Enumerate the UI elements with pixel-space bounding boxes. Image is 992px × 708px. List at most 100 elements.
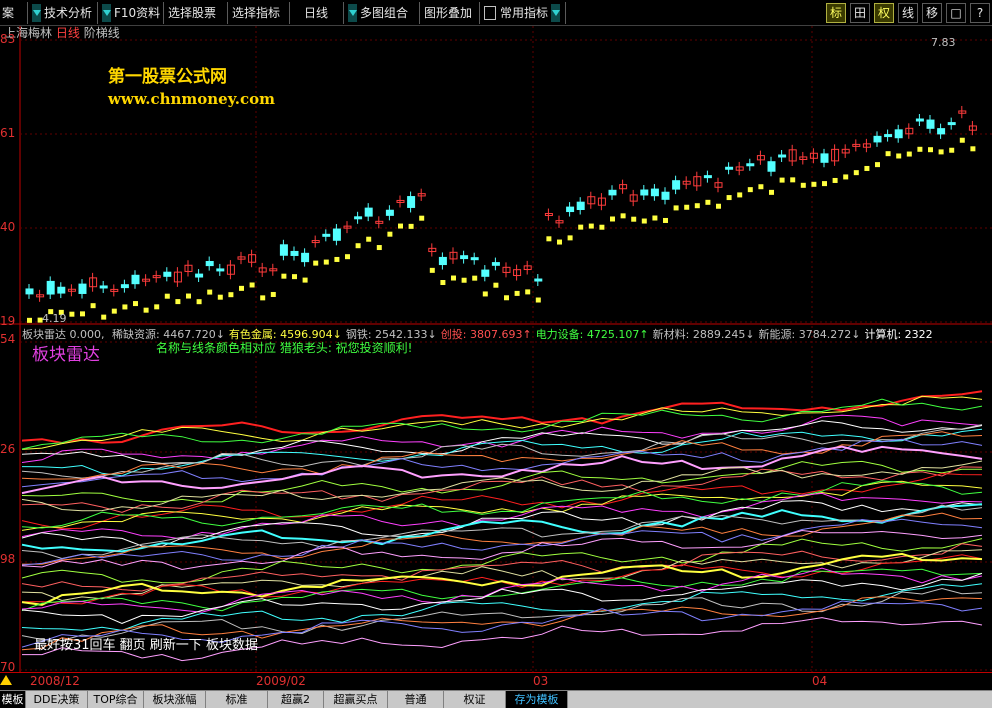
- x-tick: 04: [812, 674, 828, 688]
- toolbar-item-daily[interactable]: 日线: [290, 2, 344, 24]
- help-button[interactable]: ?: [970, 3, 990, 23]
- sector-item: 新能源: 3784.272↓: [759, 328, 861, 341]
- ladder-step: [853, 170, 859, 176]
- rights-button[interactable]: 权: [874, 3, 894, 23]
- ladder-step: [747, 187, 753, 193]
- candle-body: [937, 128, 946, 135]
- ladder-step: [281, 273, 287, 279]
- toolbar-item-multi-chart[interactable]: 多图组合: [344, 2, 420, 24]
- toolbar-label: 选择股票: [168, 6, 217, 20]
- sector-arrow: ↓: [427, 328, 437, 341]
- ladder-step: [239, 285, 244, 291]
- sector-name: 新能源:: [758, 328, 796, 341]
- ladder-step: [694, 203, 700, 209]
- mark-button[interactable]: 标: [826, 3, 846, 23]
- tab-sector-gain[interactable]: 板块涨幅: [144, 691, 206, 708]
- candle-body: [354, 216, 363, 220]
- toolbar-item-select-stock[interactable]: 选择股票: [164, 2, 228, 24]
- toolbar-item-common-indicators[interactable]: 常用指标: [480, 2, 566, 24]
- sector-value: 3807.693: [466, 328, 523, 341]
- candle-body: [205, 261, 214, 267]
- ladder-step: [726, 195, 732, 201]
- period-label[interactable]: 日线: [56, 26, 80, 40]
- tab-template[interactable]: 模板: [0, 691, 26, 708]
- tab-dde[interactable]: DDE决策: [26, 691, 88, 708]
- ladder-step: [673, 205, 679, 211]
- ladder-step: [588, 223, 594, 229]
- toolbar-label: 日线: [304, 6, 329, 20]
- toolbar-item-f10[interactable]: F10资料: [98, 2, 164, 24]
- ladder-step: [90, 303, 96, 309]
- tab-standard[interactable]: 标准: [206, 691, 268, 708]
- candle-body: [820, 153, 829, 163]
- candle-body: [470, 257, 479, 261]
- ladder-step: [599, 224, 605, 230]
- ladder-step: [864, 165, 870, 171]
- ladder-step: [186, 293, 191, 299]
- dropdown-arrow-icon: [32, 3, 41, 22]
- ladder-step: [270, 291, 276, 297]
- toolbar-item-overlay[interactable]: 图形叠加: [420, 2, 480, 24]
- ladder-step: [917, 146, 923, 152]
- move-button[interactable]: 移: [922, 3, 942, 23]
- sector-value: 2889.245: [689, 328, 746, 341]
- ladder-step: [938, 149, 944, 155]
- candle-body: [566, 206, 575, 213]
- dropdown-arrow-icon: [348, 3, 357, 22]
- sector-line: [21, 549, 983, 602]
- candle-body: [661, 191, 670, 200]
- indicator-label[interactable]: 阶梯线: [84, 26, 120, 40]
- ladder-step: [217, 294, 223, 300]
- x-tick: 2009/02: [256, 674, 306, 688]
- toolbar-label: 常用指标: [500, 6, 549, 20]
- toolbar-item-tech-analysis[interactable]: 技术分析: [28, 2, 98, 24]
- grid-button[interactable]: 田: [850, 3, 870, 23]
- sector-item: 电力设备: 4725.107↑: [536, 328, 649, 341]
- y-tick: 54: [0, 332, 16, 346]
- tab-chaoying-buy[interactable]: 超赢买点: [324, 691, 388, 708]
- ladder-step: [535, 297, 541, 303]
- ladder-step: [652, 215, 658, 221]
- triangle-marker-icon[interactable]: [0, 675, 12, 685]
- sector-value: 2322: [901, 328, 933, 341]
- watermark-title: 第一股票公式网: [108, 67, 227, 87]
- ladder-step: [260, 295, 266, 301]
- toolbar-label: 案: [2, 6, 15, 20]
- tab-chaoying2[interactable]: 超赢2: [268, 691, 324, 708]
- y-tick: 26: [0, 442, 16, 456]
- sector-line: [21, 445, 983, 495]
- tab-top[interactable]: TOP综合: [88, 691, 144, 708]
- x-tick: 03: [533, 674, 549, 688]
- candle-body: [703, 175, 712, 179]
- candle-body: [725, 166, 734, 170]
- toolbar: 案 技术分析 F10资料 选择股票 选择指标 日线 多图组合 图形叠加 常用指标…: [0, 0, 992, 26]
- toolbar-label: 多图组合: [360, 6, 409, 20]
- low-price-label: 4.19: [42, 312, 67, 325]
- ladder-step: [419, 215, 425, 221]
- radar-subtitle: 名称与线条颜色相对应 猎狼老头: 祝您投资顺利!: [156, 341, 413, 355]
- candle-body: [873, 135, 882, 143]
- candle-body: [640, 189, 649, 196]
- candle-body: [460, 255, 469, 260]
- candle-body: [385, 209, 394, 216]
- sector-value: 3784.272: [795, 328, 852, 341]
- tab-warrant[interactable]: 权证: [444, 691, 506, 708]
- toolbar-item-case[interactable]: 案: [0, 2, 28, 24]
- candle-body: [947, 122, 956, 126]
- candle-body: [438, 256, 447, 266]
- toolbar-label: 技术分析: [44, 6, 93, 20]
- candle-body: [195, 273, 204, 278]
- tab-save-template[interactable]: 存为模板: [506, 691, 568, 708]
- ladder-step: [641, 218, 647, 224]
- line-button[interactable]: 线: [898, 3, 918, 23]
- ladder-step: [313, 260, 319, 266]
- y-tick: 61: [0, 126, 16, 140]
- y-tick: 40: [0, 220, 16, 234]
- ladder-step: [408, 223, 414, 229]
- toolbar-item-select-indicator[interactable]: 选择指标: [228, 2, 290, 24]
- chart-canvas: [0, 26, 992, 672]
- tab-normal[interactable]: 普通: [388, 691, 444, 708]
- ladder-step: [207, 289, 213, 295]
- window-button[interactable]: □: [946, 3, 966, 23]
- ladder-step: [610, 216, 615, 222]
